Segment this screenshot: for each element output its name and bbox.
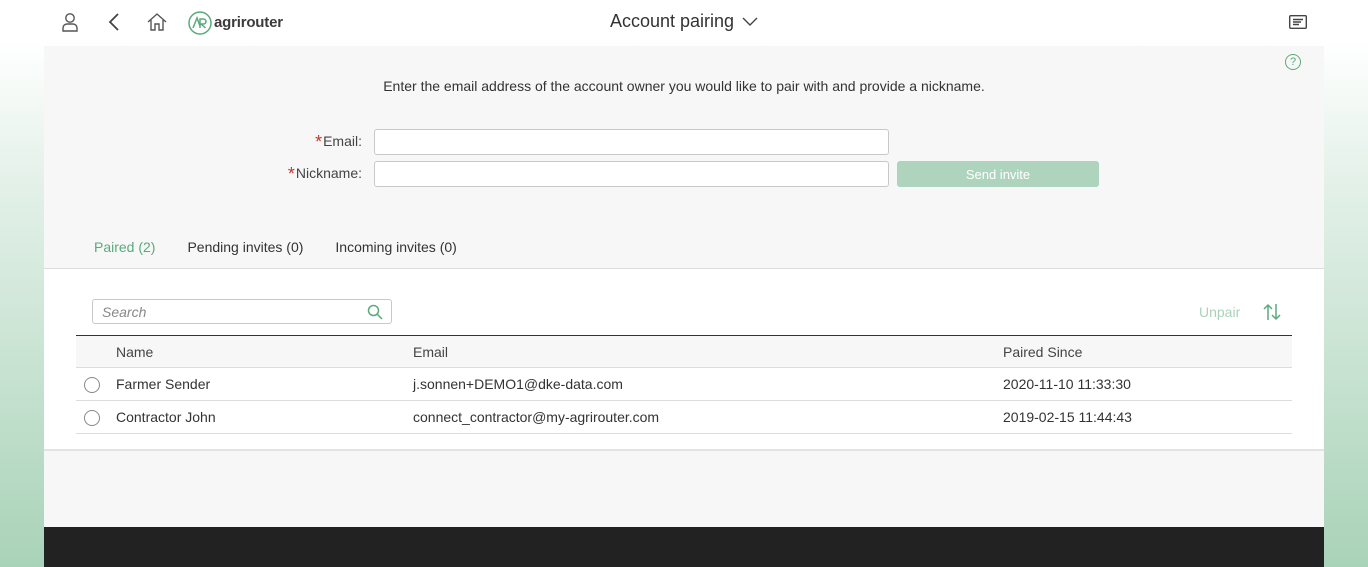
paired-table: Name Email Paired Since Farmer Sender j.… (76, 335, 1292, 434)
page-title: Account pairing (609, 11, 735, 31)
unpair-button[interactable]: Unpair (1199, 304, 1240, 320)
page-title-dropdown[interactable]: Account pairing (610, 11, 758, 32)
intro-text: Enter the email address of the account o… (383, 78, 985, 94)
cell-name: Farmer Sender (116, 367, 413, 401)
account-pairing-panel: ? Enter the email address of the account… (44, 46, 1324, 527)
table-header-row: Name Email Paired Since (76, 335, 1292, 368)
search-icon[interactable] (367, 304, 383, 320)
select-column-header (76, 336, 116, 368)
nickname-input[interactable] (374, 161, 889, 187)
column-header-email[interactable]: Email (413, 336, 1003, 368)
email-input[interactable] (374, 129, 889, 155)
tab-paired[interactable]: Paired (2) (94, 233, 156, 270)
send-invite-button[interactable]: Send invite (897, 161, 1099, 187)
column-header-name[interactable]: Name (116, 336, 413, 368)
cell-email: j.sonnen+DEMO1@dke-data.com (413, 367, 1003, 401)
top-bar: agrirouter Account pairing (0, 0, 1368, 45)
required-mark: * (287, 163, 295, 184)
tab-incoming-invites[interactable]: Incoming invites (0) (335, 233, 456, 269)
paired-list-area: Unpair Name Email Paired Since Farmer Se… (44, 269, 1324, 451)
row-select-radio[interactable] (84, 409, 100, 426)
search-box (92, 299, 392, 324)
sort-icon[interactable] (1262, 302, 1282, 322)
required-mark: * (315, 131, 323, 152)
tab-pending-invites[interactable]: Pending invites (0) (187, 233, 303, 269)
table-row[interactable]: Contractor John connect_contractor@my-ag… (76, 400, 1292, 434)
nickname-label: *Nickname: (287, 163, 362, 184)
footer-bar (44, 527, 1324, 567)
cell-paired-since: 2020-11-10 11:33:30 (1003, 367, 1292, 401)
menu-icon[interactable] (1287, 11, 1309, 33)
help-icon[interactable]: ? (1285, 54, 1301, 70)
column-header-paired-since[interactable]: Paired Since (1003, 336, 1292, 368)
table-row[interactable]: Farmer Sender j.sonnen+DEMO1@dke-data.co… (76, 367, 1292, 401)
cell-name: Contractor John (116, 400, 413, 434)
search-input[interactable] (93, 300, 363, 323)
pairing-tabs: Paired (2) Pending invites (0) Incoming … (94, 233, 489, 270)
row-select-radio[interactable] (84, 376, 100, 393)
email-label: *Email: (315, 131, 362, 152)
cell-paired-since: 2019-02-15 11:44:43 (1003, 400, 1292, 434)
cell-email: connect_contractor@my-agrirouter.com (413, 400, 1003, 434)
chevron-down-icon (742, 17, 758, 26)
